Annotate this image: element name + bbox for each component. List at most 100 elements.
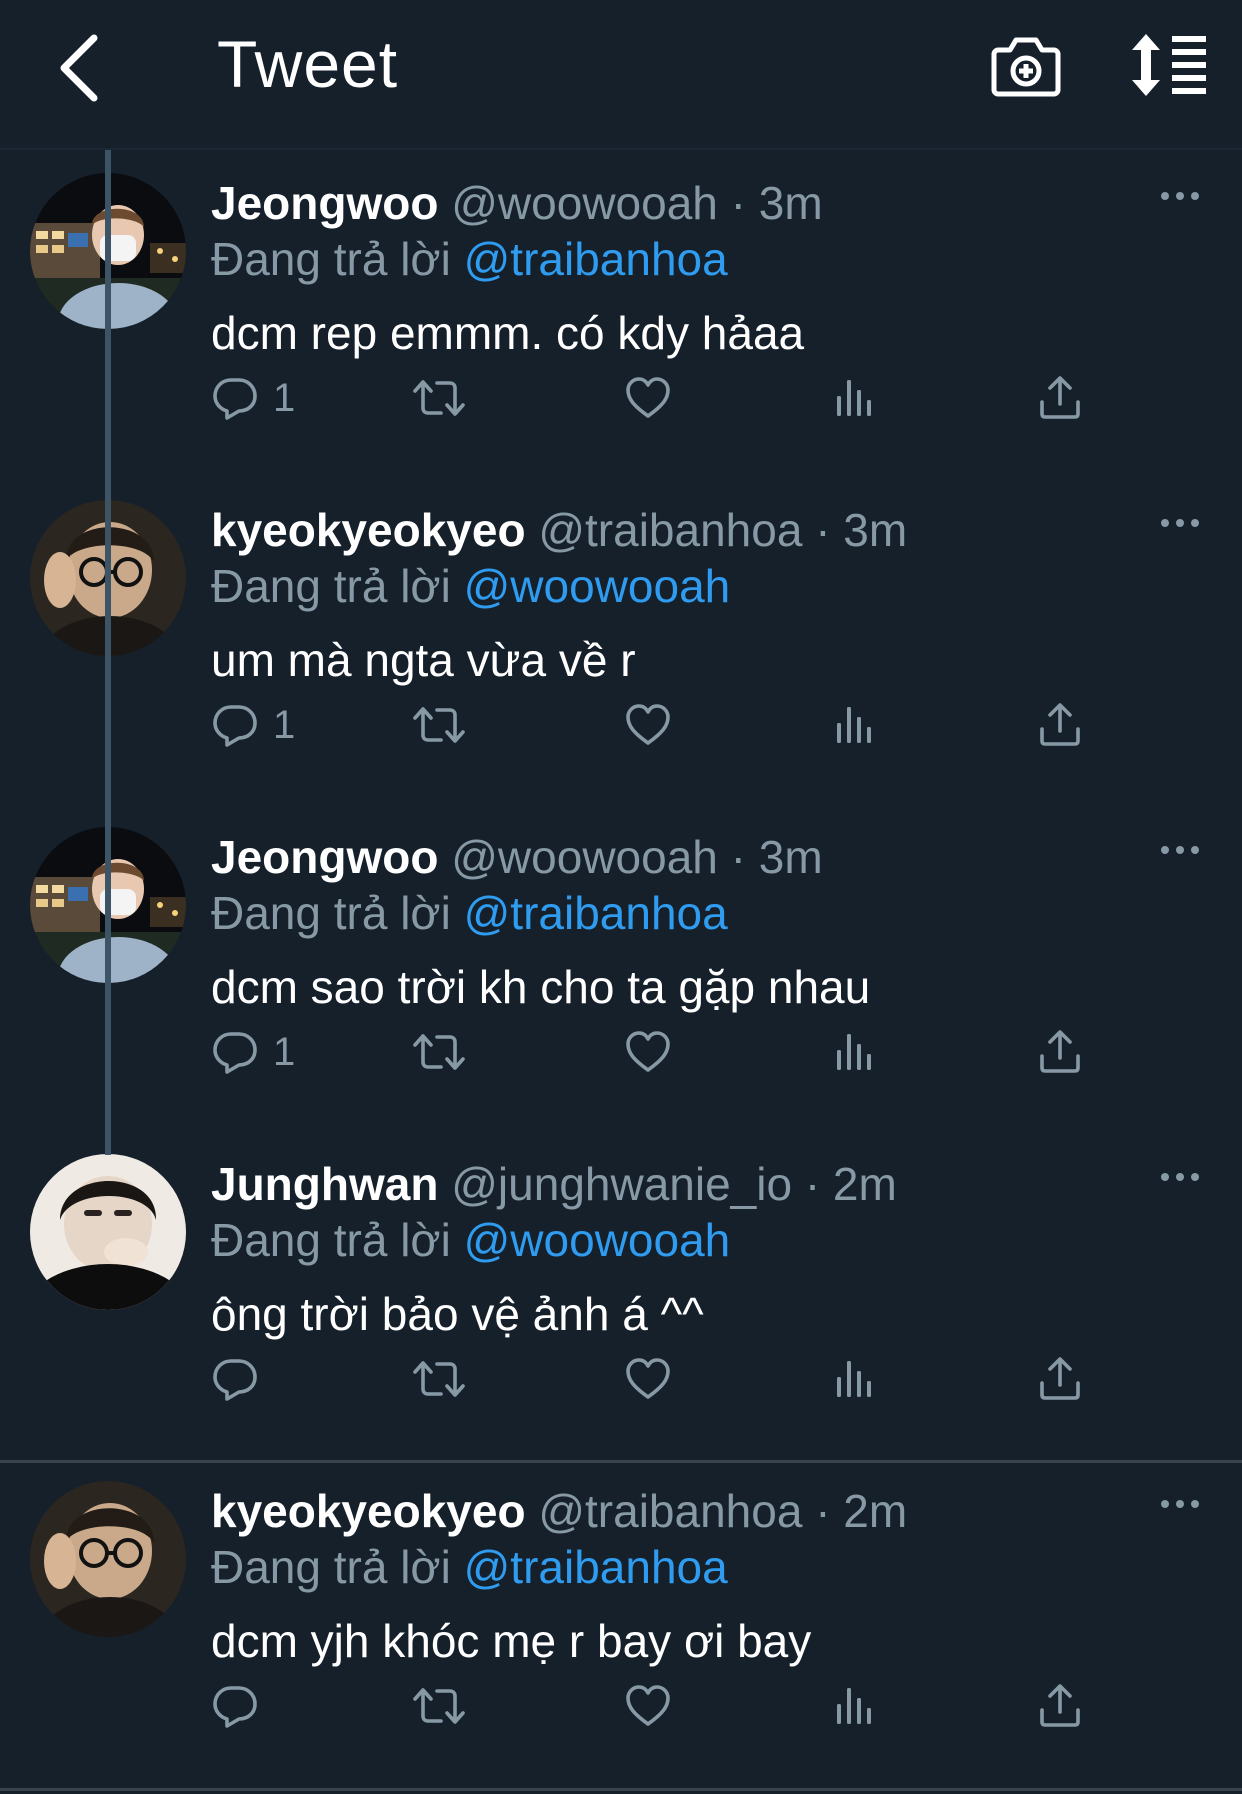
mention-link[interactable]: @woowooah (464, 1214, 731, 1266)
tweet-header: kyeokyeokyeo @traibanhoa · 2m (211, 1484, 907, 1538)
retweet-button[interactable] (411, 370, 467, 426)
reply-icon (211, 1028, 259, 1076)
share-button[interactable] (1036, 1678, 1084, 1734)
mention-link[interactable]: @traibanhoa (464, 233, 728, 285)
like-button[interactable] (624, 697, 672, 753)
back-button[interactable] (40, 28, 120, 108)
share-button[interactable] (1036, 1024, 1084, 1080)
more-icon (1160, 191, 1200, 201)
tweet[interactable]: kyeokyeokyeo @traibanhoa · 3m Đang trả l… (0, 475, 1242, 801)
display-name[interactable]: kyeokyeokyeo (211, 1485, 526, 1537)
replying-to: Đang trả lời @woowooah (211, 1213, 730, 1267)
replying-to: Đang trả lời @traibanhoa (211, 232, 728, 286)
heart-icon (624, 374, 672, 422)
divider (0, 1460, 1242, 1463)
reply-icon (211, 1682, 259, 1730)
display-name[interactable]: Jeongwoo (211, 831, 438, 883)
share-icon (1036, 1682, 1084, 1730)
analytics-icon (831, 374, 879, 422)
handle-time: @woowooah · 3m (451, 177, 823, 229)
reply-button[interactable] (211, 1351, 273, 1407)
heart-icon (624, 1355, 672, 1403)
tweet-header: Jeongwoo @woowooah · 3m (211, 830, 823, 884)
tweet-actions: 1 (211, 697, 1111, 757)
more-options-button[interactable] (1160, 1169, 1200, 1199)
share-icon (1036, 374, 1084, 422)
sort-replies-button[interactable] (1130, 30, 1210, 102)
reply-icon (211, 1355, 259, 1403)
tweet-actions (211, 1678, 1111, 1738)
mention-link[interactable]: @traibanhoa (464, 1541, 728, 1593)
retweet-icon (411, 1028, 467, 1076)
retweet-icon (411, 1355, 467, 1403)
avatar-junghwan[interactable] (30, 1154, 186, 1310)
share-icon (1036, 1028, 1084, 1076)
more-options-button[interactable] (1160, 1496, 1200, 1526)
retweet-button[interactable] (411, 1678, 467, 1734)
reply-button[interactable] (211, 1678, 273, 1734)
thread-connector (105, 150, 111, 1155)
analytics-icon (831, 1355, 879, 1403)
tweet-text: dcm sao trời kh cho ta gặp nhau (211, 961, 871, 1013)
share-button[interactable] (1036, 370, 1084, 426)
reply-prefix: Đang trả lời (211, 1541, 451, 1593)
tweet[interactable]: Junghwan @junghwanie_io · 2m Đang trả lờ… (0, 1129, 1242, 1455)
handle-time: @woowooah · 3m (451, 831, 823, 883)
reply-button[interactable]: 1 (211, 697, 295, 753)
camera-button[interactable] (990, 30, 1062, 102)
tweet[interactable]: kyeokyeokyeo @traibanhoa · 2m Đang trả l… (0, 1456, 1242, 1782)
more-options-button[interactable] (1160, 842, 1200, 872)
share-button[interactable] (1036, 697, 1084, 753)
reply-prefix: Đang trả lời (211, 887, 451, 939)
analytics-button[interactable] (831, 1024, 879, 1080)
retweet-button[interactable] (411, 697, 467, 753)
handle-time: @traibanhoa · 3m (538, 504, 908, 556)
mention-link[interactable]: @traibanhoa (464, 887, 728, 939)
mention-link[interactable]: @woowooah (464, 560, 731, 612)
tweet[interactable]: Jeongwoo @woowooah · 3m Đang trả lời @tr… (0, 802, 1242, 1128)
more-options-button[interactable] (1160, 515, 1200, 545)
retweet-button[interactable] (411, 1024, 467, 1080)
retweet-button[interactable] (411, 1351, 467, 1407)
replying-to: Đang trả lời @woowooah (211, 559, 730, 613)
avatar-kyeokyeokyeo[interactable] (30, 1481, 186, 1637)
reply-count: 1 (273, 375, 296, 420)
tweet[interactable]: Jeongwoo @woowooah · 3m Đang trả lời @tr… (0, 148, 1242, 474)
analytics-button[interactable] (831, 697, 879, 753)
more-icon (1160, 845, 1200, 855)
reply-icon (211, 374, 259, 422)
retweet-icon (411, 1682, 467, 1730)
share-icon (1036, 701, 1084, 749)
more-icon (1160, 1172, 1200, 1182)
tweet-text: dcm yjh khóc mẹ r bay ơi bay (211, 1615, 812, 1667)
like-button[interactable] (624, 370, 672, 426)
analytics-icon (831, 1028, 879, 1076)
display-name[interactable]: Jeongwoo (211, 177, 438, 229)
handle-time: @junghwanie_io · 2m (451, 1158, 897, 1210)
like-button[interactable] (624, 1024, 672, 1080)
reply-prefix: Đang trả lời (211, 233, 451, 285)
tweet-header: Junghwan @junghwanie_io · 2m (211, 1157, 897, 1211)
top-nav-bar: Tweet (0, 0, 1242, 150)
display-name[interactable]: kyeokyeokyeo (211, 504, 526, 556)
like-button[interactable] (624, 1351, 672, 1407)
heart-icon (624, 1682, 672, 1730)
analytics-button[interactable] (831, 1351, 879, 1407)
divider (0, 1788, 1242, 1791)
tweet-text: um mà ngta vừa về r (211, 634, 636, 686)
like-button[interactable] (624, 1678, 672, 1734)
tweet-text: ông trời bảo vệ ảnh á ^^ (211, 1288, 704, 1340)
analytics-button[interactable] (831, 370, 879, 426)
more-options-button[interactable] (1160, 188, 1200, 218)
replying-to: Đang trả lời @traibanhoa (211, 1540, 728, 1594)
reply-prefix: Đang trả lời (211, 1214, 451, 1266)
replying-to: Đang trả lời @traibanhoa (211, 886, 728, 940)
reply-button[interactable]: 1 (211, 370, 295, 426)
sort-icon (1132, 34, 1206, 96)
reply-button[interactable]: 1 (211, 1024, 295, 1080)
share-button[interactable] (1036, 1351, 1084, 1407)
retweet-icon (411, 701, 467, 749)
display-name[interactable]: Junghwan (211, 1158, 438, 1210)
analytics-button[interactable] (831, 1678, 879, 1734)
tweet-header: kyeokyeokyeo @traibanhoa · 3m (211, 503, 907, 557)
